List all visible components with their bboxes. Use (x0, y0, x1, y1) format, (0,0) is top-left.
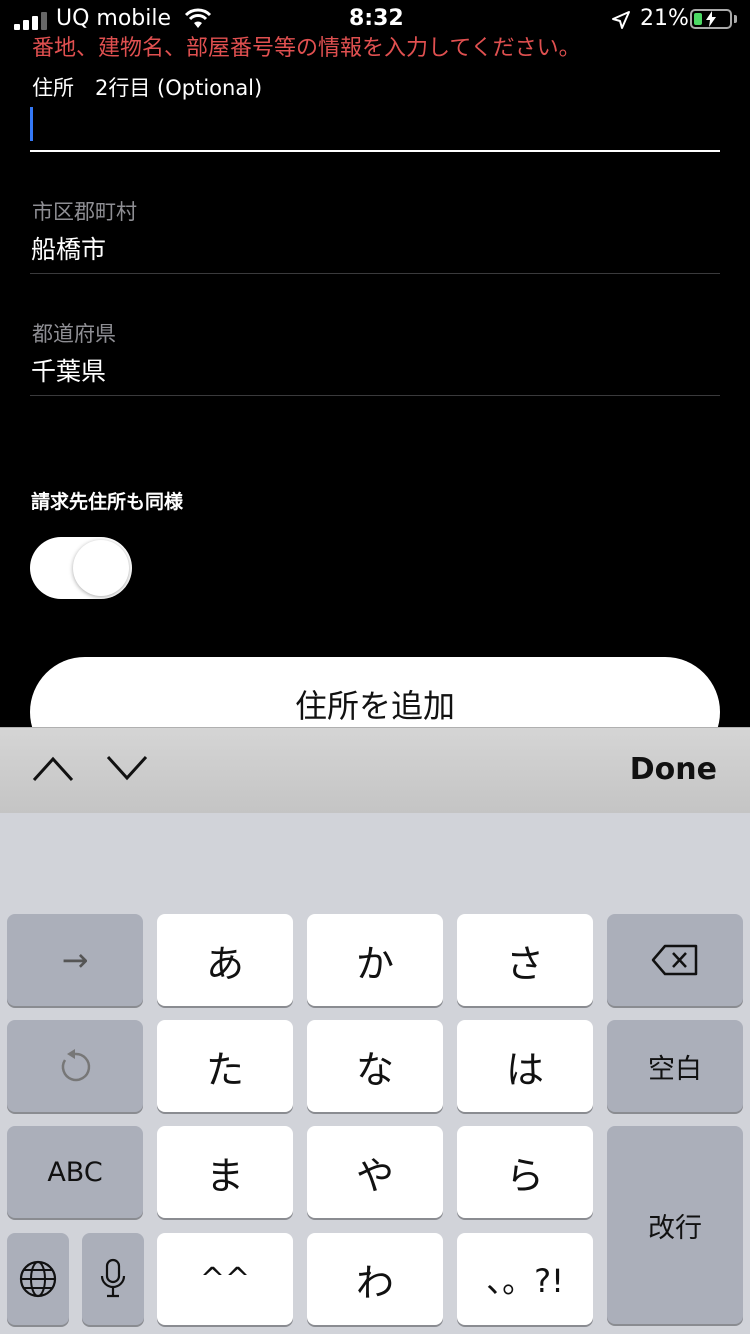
keyboard-accessory-bar: Done (0, 727, 750, 814)
battery-icon (690, 9, 732, 29)
prefecture-underline (30, 395, 720, 396)
key-ra[interactable]: ら (457, 1126, 593, 1218)
key-ka[interactable]: か (307, 914, 443, 1006)
key-a[interactable]: あ (157, 914, 293, 1006)
charging-bolt-icon (706, 11, 716, 27)
carrier-name: UQ mobile (56, 6, 172, 31)
arrow-key[interactable]: → (7, 914, 143, 1006)
city-underline (30, 273, 720, 274)
japanese-kana-keyboard: → あ か さ た な は 空白 ABC ま や ら 改行 ^^ わ 、。?! (0, 813, 750, 1334)
battery-cap (734, 15, 737, 23)
location-arrow-icon (612, 11, 630, 29)
arrow-right-icon: → (61, 941, 89, 979)
key-ha[interactable]: は (457, 1020, 593, 1112)
address-line2-underline (30, 150, 720, 152)
undo-key[interactable] (7, 1020, 143, 1112)
globe-icon (19, 1260, 57, 1298)
delete-key[interactable] (607, 914, 743, 1006)
prefecture-label: 都道府県 (32, 322, 116, 346)
undo-icon (61, 1049, 91, 1082)
return-key[interactable]: 改行 (607, 1126, 743, 1324)
chevron-up-icon[interactable] (32, 754, 74, 782)
city-label: 市区郡町村 (32, 200, 137, 224)
address-line2-input[interactable] (30, 100, 720, 150)
abc-key[interactable]: ABC (7, 1126, 143, 1218)
done-button[interactable]: Done (630, 752, 717, 787)
error-message: 番地、建物名、部屋番号等の情報を入力してください。 (32, 36, 581, 61)
prefecture-input[interactable]: 千葉県 (31, 352, 720, 388)
key-ya[interactable]: や (307, 1126, 443, 1218)
signal-icon (14, 12, 54, 30)
key-sa[interactable]: さ (457, 914, 593, 1006)
microphone-key[interactable] (82, 1233, 144, 1325)
billing-same-toggle[interactable] (30, 537, 132, 599)
city-input[interactable]: 船橋市 (31, 230, 720, 266)
key-ma[interactable]: ま (157, 1126, 293, 1218)
space-key[interactable]: 空白 (607, 1020, 743, 1112)
status-time: 8:32 (349, 6, 404, 31)
wifi-icon (184, 8, 212, 28)
billing-same-label: 請求先住所も同様 (31, 491, 184, 513)
key-ta[interactable]: た (157, 1020, 293, 1112)
toggle-knob (73, 540, 129, 596)
key-na[interactable]: な (307, 1020, 443, 1112)
key-wa[interactable]: わ (307, 1233, 443, 1325)
address-line2-label: 住所 2行目 (Optional) (32, 76, 263, 100)
microphone-icon (100, 1258, 126, 1298)
key-emoticon[interactable]: ^^ (157, 1233, 293, 1325)
backspace-icon (651, 944, 698, 976)
chevron-down-icon[interactable] (106, 754, 148, 782)
globe-key[interactable] (7, 1233, 69, 1325)
key-punctuation[interactable]: 、。?! (457, 1233, 593, 1325)
battery-percent: 21% (640, 6, 689, 31)
